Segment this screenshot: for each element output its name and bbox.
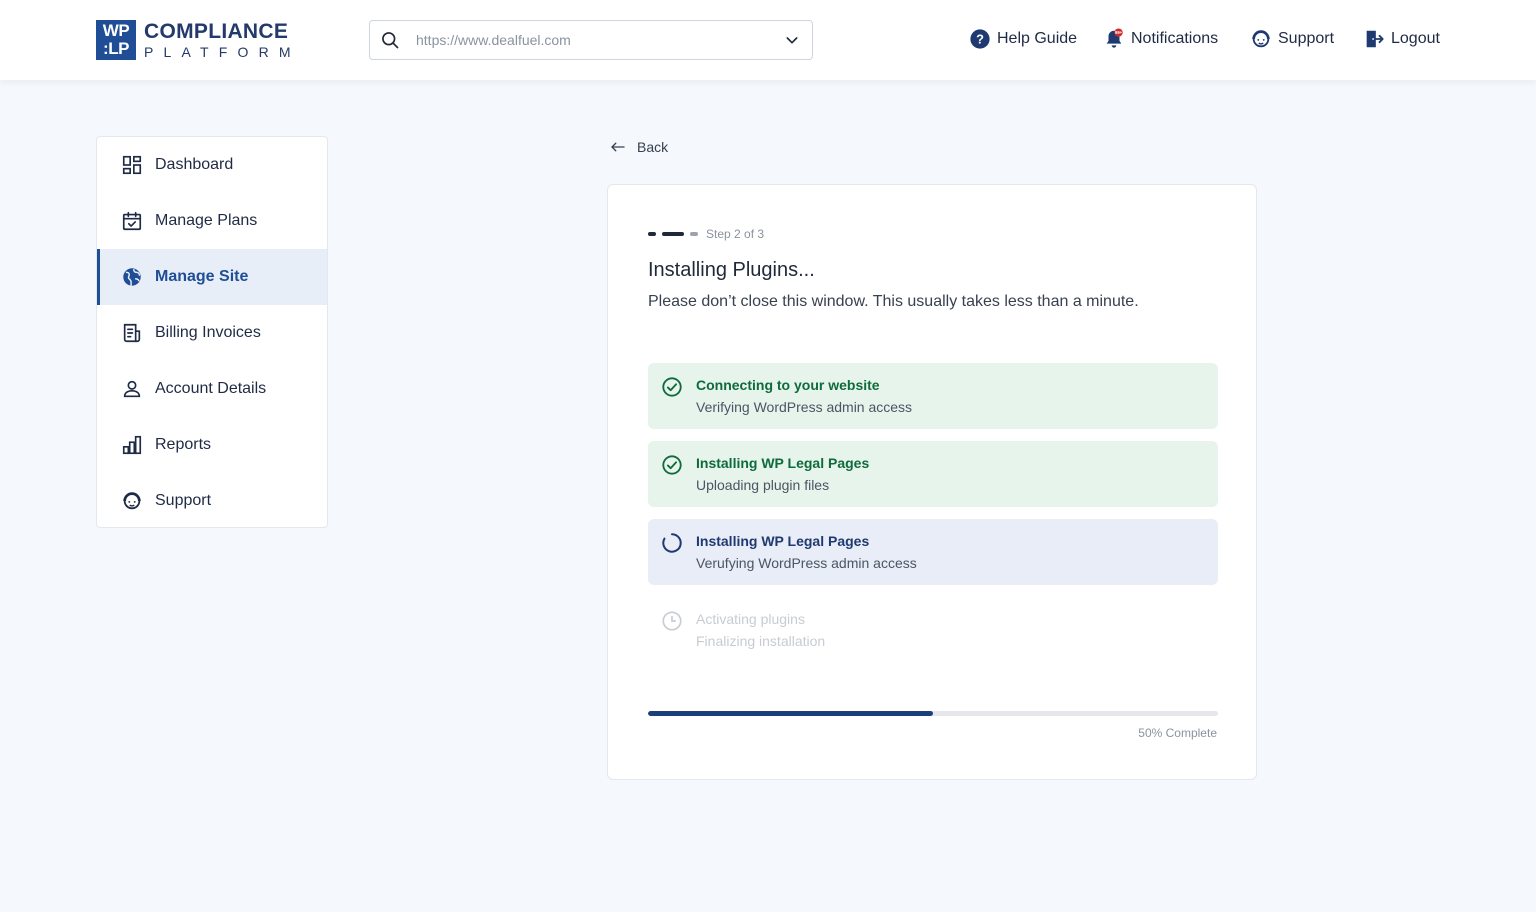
logo-title: COMPLIANCE	[144, 19, 289, 43]
site-url-value: https://www.dealfuel.com	[416, 32, 571, 48]
sidebar-item-support[interactable]: Support	[97, 473, 327, 529]
task-subtitle: Finalizing installation	[696, 633, 826, 649]
logo-mark-bottom: :LP	[103, 39, 129, 58]
sidebar-item-billing-invoices[interactable]: Billing Invoices	[97, 305, 327, 361]
sidebar-item-label: Billing Invoices	[155, 324, 261, 341]
task-subtitle: Verifying WordPress admin access	[696, 399, 913, 415]
task-title: Installing WP Legal Pages	[696, 455, 870, 471]
step-label: Step 2 of 3	[706, 227, 765, 241]
step-dash-1	[648, 232, 656, 236]
sidebar-item-reports[interactable]: Reports	[97, 417, 327, 473]
logo-mark: WP :LP	[96, 20, 136, 60]
install-progress-card: Step 2 of 3 Installing Plugins... Please…	[607, 184, 1257, 780]
help-circle-icon: ?	[970, 29, 990, 49]
sidebar-item-manage-site[interactable]: Manage Site	[97, 249, 327, 305]
sidebar-item-label: Dashboard	[155, 156, 234, 173]
help-guide-link[interactable]: ? Help Guide	[969, 28, 1077, 50]
search-icon	[382, 32, 399, 49]
sidebar: Dashboard Manage Plans Manage Site Billi…	[96, 136, 328, 528]
progress-bar-fill	[648, 711, 933, 716]
check-circle-icon	[662, 455, 682, 475]
logout-label: Logout	[1391, 30, 1440, 47]
task-title: Activating plugins	[696, 611, 805, 627]
support-label: Support	[1278, 30, 1335, 47]
sidebar-item-account-details[interactable]: Account Details	[97, 361, 327, 417]
task-item-in-progress: Installing WP Legal Pages Verufying Word…	[648, 519, 1218, 585]
task-item-pending: Activating plugins Finalizing installati…	[648, 597, 1218, 663]
logo-text: COMPLIANCE PLATFORM	[144, 19, 301, 60]
dashboard-icon	[122, 155, 142, 175]
support-agent-icon	[123, 492, 141, 510]
sidebar-item-manage-plans[interactable]: Manage Plans	[97, 193, 327, 249]
sidebar-item-dashboard[interactable]: Dashboard	[97, 137, 327, 193]
sidebar-item-label: Support	[155, 492, 212, 509]
invoice-icon	[123, 323, 141, 343]
logo-subtitle: PLATFORM	[144, 43, 301, 60]
sidebar-item-label: Manage Site	[155, 268, 249, 285]
back-label: Back	[637, 139, 669, 155]
card-title: Installing Plugins...	[648, 259, 815, 281]
top-header: WP :LP COMPLIANCE PLATFORM https://www.d…	[0, 0, 1536, 80]
logout-link[interactable]: Logout	[1363, 28, 1440, 50]
notifications-label: Notifications	[1131, 30, 1219, 47]
clock-icon	[662, 611, 682, 631]
task-title: Connecting to your website	[696, 377, 880, 393]
card-subtitle: Please don’t close this window. This usu…	[648, 293, 1139, 310]
chevron-down-icon[interactable]	[784, 32, 800, 48]
calendar-check-icon	[122, 211, 142, 231]
task-title: Installing WP Legal Pages	[696, 533, 870, 549]
support-link[interactable]: Support	[1250, 28, 1334, 50]
arrow-left-icon	[611, 142, 625, 152]
progress-bar	[648, 711, 1218, 716]
notifications-link[interactable]: 99+ Notifications	[1103, 28, 1218, 50]
task-subtitle: Uploading plugin files	[696, 477, 830, 493]
support-agent-icon	[1252, 30, 1270, 48]
back-link[interactable]: Back	[609, 138, 668, 156]
help-guide-label: Help Guide	[997, 30, 1078, 47]
spinner-icon	[662, 533, 682, 553]
step-indicator: Step 2 of 3	[648, 227, 764, 241]
task-item-done: Installing WP Legal Pages Uploading plug…	[648, 441, 1218, 507]
user-icon	[123, 380, 141, 398]
step-dash-3	[690, 232, 698, 236]
check-circle-icon	[662, 377, 682, 397]
bell-icon: 99+	[1106, 28, 1123, 48]
sidebar-item-label: Reports	[155, 436, 212, 453]
svg-text:?: ?	[976, 32, 984, 47]
sidebar-item-label: Manage Plans	[155, 212, 258, 229]
task-item-done: Connecting to your website Verifying Wor…	[648, 363, 1218, 429]
site-url-select[interactable]: https://www.dealfuel.com	[369, 20, 813, 60]
progress-label: 50% Complete	[1138, 726, 1217, 740]
notification-badge: 99+	[1115, 30, 1123, 35]
globe-icon	[123, 268, 141, 286]
task-subtitle: Verufying WordPress admin access	[696, 555, 917, 571]
logo-mark-top: WP	[102, 21, 130, 40]
step-dash-2	[662, 232, 684, 236]
logo[interactable]: WP :LP COMPLIANCE PLATFORM	[96, 20, 301, 60]
bar-chart-icon	[122, 435, 142, 455]
sidebar-item-label: Account Details	[155, 380, 267, 397]
logout-icon	[1366, 30, 1384, 48]
